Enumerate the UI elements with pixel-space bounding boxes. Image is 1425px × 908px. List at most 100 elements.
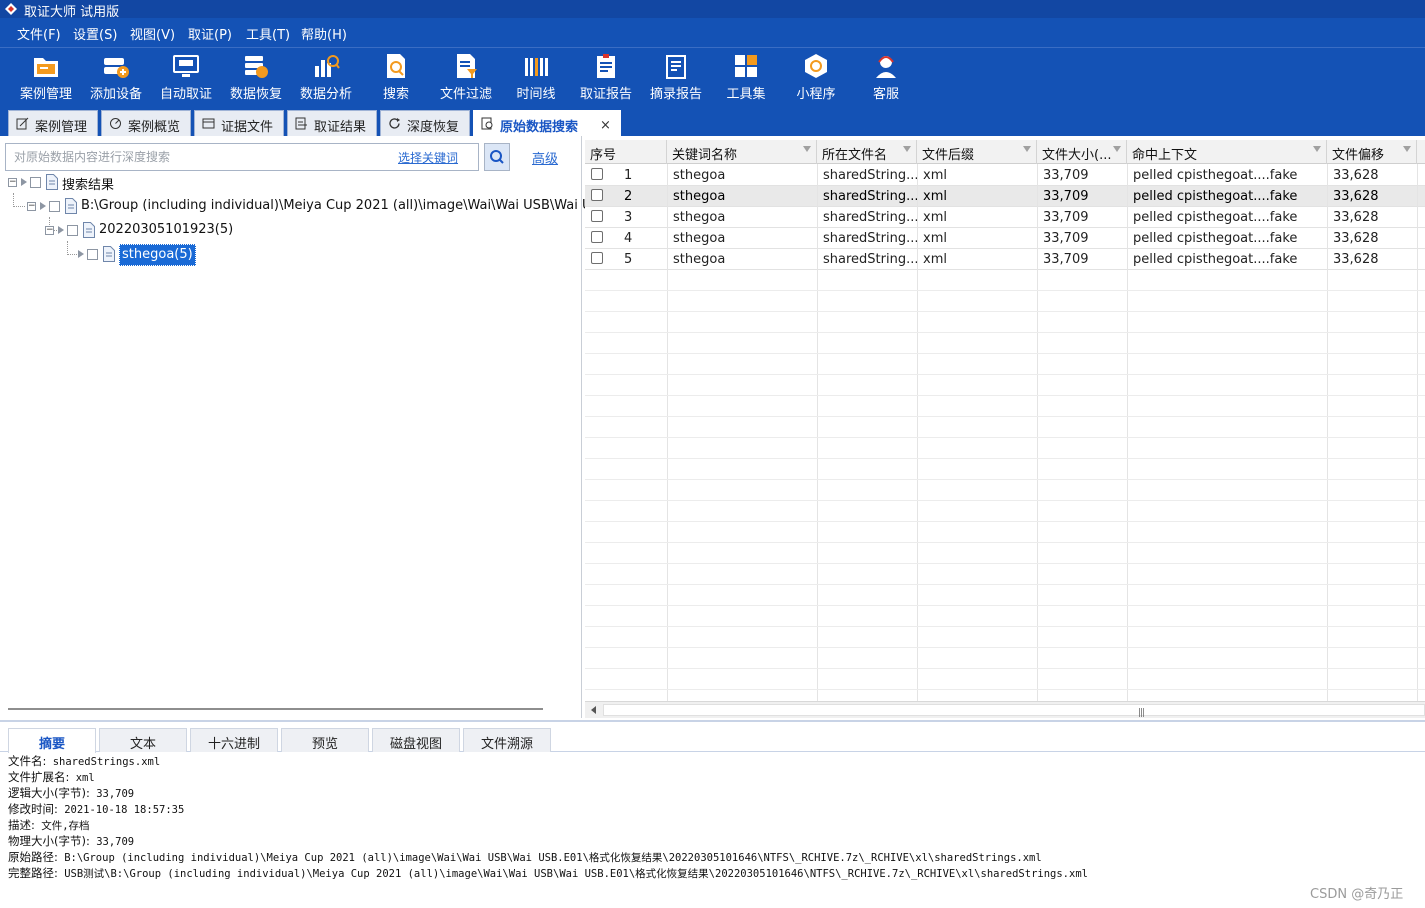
filter-icon[interactable] — [1313, 146, 1321, 152]
tab-label: 取证结果 — [314, 120, 367, 135]
toolset-icon — [735, 55, 757, 77]
tab-preview[interactable]: 预览 — [281, 728, 369, 752]
mini-program-button[interactable]: 小程序 — [781, 50, 851, 104]
table-cell: 33,709 — [1043, 168, 1089, 183]
column-header-size[interactable]: 文件大小(... — [1037, 140, 1127, 164]
close-icon[interactable]: × — [600, 118, 611, 133]
row-checkbox[interactable] — [591, 168, 603, 180]
row-checkbox[interactable] — [591, 252, 603, 264]
add-device-button[interactable]: 添加设备 — [81, 50, 151, 104]
table-cell: 4 — [624, 231, 633, 246]
grid-column-line — [1037, 164, 1038, 704]
table-row[interactable]: 3 sthegoa sharedString... xml 33,709 pelled c… — [585, 207, 1425, 228]
auto-forensics-icon — [173, 55, 199, 77]
summary-key: 文件名: — [8, 754, 47, 768]
document-tabs: 案例管理 案例概览 证据文件 取证结果 深度恢复 原始数据搜索 × — [0, 108, 1425, 138]
tab-file-trace[interactable]: 文件溯源 — [463, 728, 551, 752]
file-summary: 文件名: sharedStrings.xml 文件扩展名: xml 逻辑大小(字节)… — [8, 753, 1418, 881]
tree-checkbox[interactable] — [67, 225, 78, 236]
main-toolbar: 案例管理 添加设备 自动取证 数据恢复 数据分析 搜索 文件过滤 时间线 取证报… — [0, 50, 1425, 104]
summary-value: 2021-10-18 18:57:35 — [64, 804, 185, 816]
tree-node-session[interactable]: − 20220305101923(5) — [45, 220, 295, 242]
menu-file[interactable]: 文件(F) — [17, 24, 61, 43]
tree-checkbox[interactable] — [87, 249, 98, 260]
column-header-context[interactable]: 命中上下文 — [1127, 140, 1327, 164]
menu-divider — [0, 47, 1425, 48]
row-checkbox[interactable] — [591, 189, 603, 201]
filter-icon[interactable] — [803, 146, 811, 152]
tab-raw-data-search[interactable]: 原始数据搜索 × — [473, 110, 621, 138]
arrow-icon — [78, 250, 84, 258]
column-header-keyword[interactable]: 关键词名称 — [667, 140, 817, 164]
case-folder-icon — [34, 58, 58, 77]
grid-horizontal-scrollbar[interactable]: ||| — [585, 701, 1425, 718]
results-icon — [295, 117, 307, 130]
filter-icon[interactable] — [903, 146, 911, 152]
tab-summary[interactable]: 摘要 — [8, 728, 96, 753]
summary-value: 文件,存档 — [41, 820, 90, 832]
grid-row-line — [585, 290, 1425, 291]
select-keywords-link[interactable]: 选择关键词 — [398, 149, 458, 166]
summary-row: 文件名: sharedStrings.xml — [8, 753, 1418, 769]
column-label: 命中上下文 — [1132, 148, 1198, 163]
row-checkbox[interactable] — [591, 231, 603, 243]
grid-row-line — [585, 521, 1425, 522]
table-row[interactable]: 1 sthegoa sharedString... xml 33,709 pelled c… — [585, 165, 1425, 186]
table-row[interactable]: 4 sthegoa sharedString... xml 33,709 pelled c… — [585, 228, 1425, 249]
table-cell: xml — [923, 252, 947, 267]
collapse-icon[interactable]: − — [8, 178, 17, 187]
filter-icon[interactable] — [1023, 146, 1031, 152]
data-recovery-button[interactable]: 数据恢复 — [221, 50, 291, 104]
toolset-button[interactable]: 工具集 — [711, 50, 781, 104]
menu-tools[interactable]: 工具(T) — [246, 24, 290, 43]
tab-forensic-results[interactable]: 取证结果 — [287, 110, 377, 136]
menu-bar: 文件(F) 设置(S) 视图(V) 取证(P) 工具(T) 帮助(H) — [0, 22, 1425, 44]
column-header-filename[interactable]: 所在文件名 — [817, 140, 917, 164]
auto-forensics-button[interactable]: 自动取证 — [151, 50, 221, 104]
forensic-report-button[interactable]: 取证报告 — [571, 50, 641, 104]
menu-forensics[interactable]: 取证(P) — [188, 24, 232, 43]
tree-node-search-results[interactable]: − 搜索结果 — [8, 172, 208, 194]
column-header-index[interactable]: 序号 — [585, 140, 667, 164]
excerpt-report-button[interactable]: 摘录报告 — [641, 50, 711, 104]
search-submit-button[interactable] — [484, 143, 510, 171]
tab-text[interactable]: 文本 — [99, 728, 187, 752]
collapse-icon[interactable]: − — [45, 226, 54, 235]
grid-row-line — [585, 626, 1425, 627]
tab-hex[interactable]: 十六进制 — [190, 728, 278, 752]
row-checkbox[interactable] — [591, 210, 603, 222]
tree-checkbox[interactable] — [30, 177, 41, 188]
filter-icon[interactable] — [1403, 146, 1411, 152]
case-management-button[interactable]: 案例管理 — [11, 50, 81, 104]
tab-case-management[interactable]: 案例管理 — [8, 110, 98, 136]
grid-row-line — [585, 689, 1425, 690]
tab-evidence-files[interactable]: 证据文件 — [194, 110, 284, 136]
table-row[interactable]: 5 sthegoa sharedString... xml 33,709 pelled c… — [585, 249, 1425, 270]
tab-deep-recovery[interactable]: 深度恢复 — [380, 110, 470, 136]
tab-disk-view[interactable]: 磁盘视图 — [372, 728, 460, 752]
menu-help[interactable]: 帮助(H) — [301, 24, 347, 43]
tree-node-source[interactable]: − B:\Group (including individual)\Meiya … — [27, 196, 638, 218]
menu-settings[interactable]: 设置(S) — [73, 24, 117, 43]
search-button[interactable]: 搜索 — [361, 50, 431, 104]
table-row[interactable]: 2 sthegoa sharedString... xml 33,709 pelled c… — [585, 186, 1425, 207]
advanced-search-link[interactable]: 高级 — [532, 148, 558, 167]
filter-icon[interactable] — [1113, 146, 1121, 152]
tab-case-overview[interactable]: 案例概览 — [101, 110, 191, 136]
scrollbar-thumb[interactable]: ||| — [603, 704, 1425, 718]
timeline-button[interactable]: 时间线 — [501, 50, 571, 104]
scroll-left-arrow-icon[interactable] — [591, 706, 596, 714]
tree-node-keyword[interactable]: sthegoa(5) — [65, 244, 225, 266]
column-header-offset[interactable]: 文件偏移 — [1327, 140, 1417, 164]
column-header-extension[interactable]: 文件后缀 — [917, 140, 1037, 164]
horizontal-scrollbar[interactable] — [8, 708, 543, 710]
tree-checkbox[interactable] — [49, 201, 60, 212]
grid-row-line — [585, 437, 1425, 438]
customer-service-button[interactable]: 客服 — [851, 50, 921, 104]
file-filter-button[interactable]: 文件过滤 — [431, 50, 501, 104]
grid-column-line — [667, 164, 668, 704]
collapse-icon[interactable]: − — [27, 202, 36, 211]
menu-view[interactable]: 视图(V) — [130, 24, 175, 43]
tab-label: 案例概览 — [128, 120, 181, 135]
data-analysis-button[interactable]: 数据分析 — [291, 50, 361, 104]
